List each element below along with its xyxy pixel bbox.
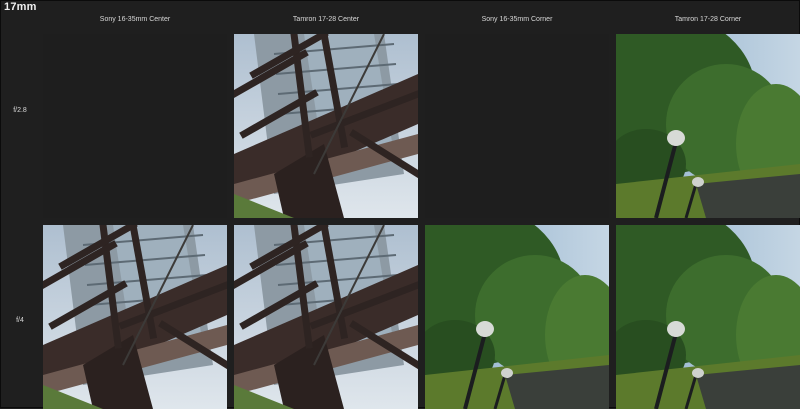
sample-f2-8-tamron-center [234,34,418,218]
trees-lamppost-photo [616,34,800,218]
trees-lamppost-photo [425,225,609,409]
comparison-panel: 17mm Sony 16-35mm Center Tamron 17-28 Ce… [0,0,800,409]
bridge-building-photo [234,225,418,409]
bridge-building-photo [234,34,418,218]
column-header-sony-corner: Sony 16-35mm Corner [481,16,553,23]
cell-f2-8-sony-corner-empty [425,34,609,218]
sample-f4-tamron-corner [616,225,800,409]
cell-f2-8-sony-center-empty [43,34,227,218]
sample-f4-sony-center [43,225,227,409]
column-header-tamron-corner: Tamron 17-28 Corner [674,16,742,23]
bridge-building-photo [43,225,227,409]
trees-lamppost-photo [616,225,800,409]
sample-f2-8-tamron-corner [616,34,800,218]
sample-f4-sony-corner [425,225,609,409]
column-header-sony-center: Sony 16-35mm Center [99,16,171,23]
row-label-f4: f/4 [16,317,24,324]
focal-length-title: 17mm [4,1,37,13]
sample-f4-tamron-center [234,225,418,409]
row-label-f2-8: f/2.8 [13,107,27,114]
column-header-tamron-center: Tamron 17-28 Center [292,16,360,23]
